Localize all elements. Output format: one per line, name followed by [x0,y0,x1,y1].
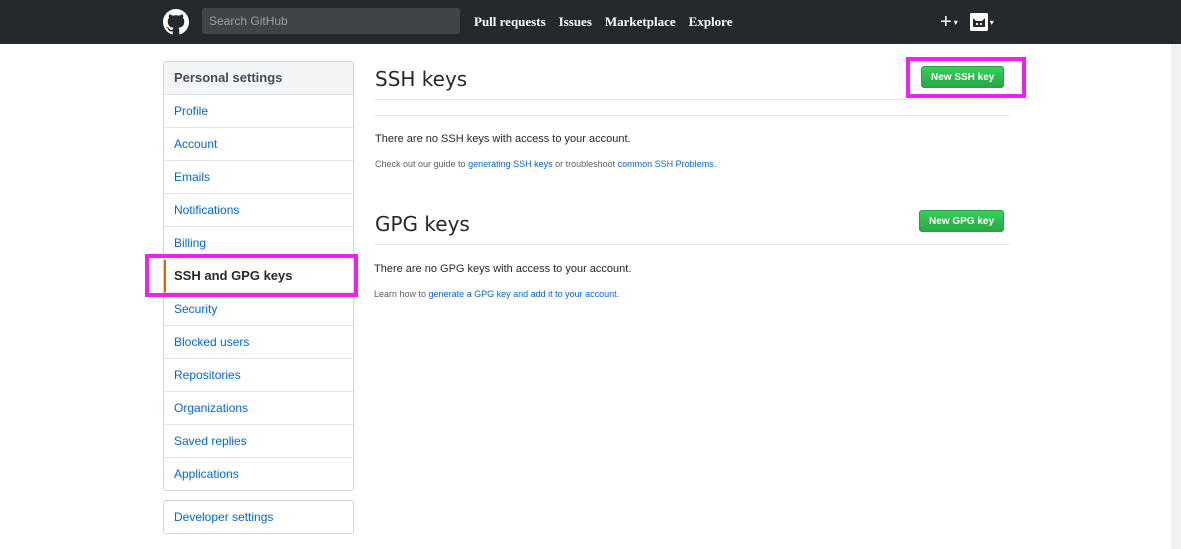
gpg-empty-text: There are no GPG keys with access to you… [374,263,632,275]
gpg-learn-prefix: Learn how to [374,289,429,299]
ssh-guide-suffix: . [713,159,717,169]
gpg-learn-text: Learn how to generate a GPG key and add … [374,289,619,299]
ssh-divider [375,99,1009,100]
create-new-dropdown[interactable]: + ▾ [940,12,958,32]
generating-ssh-keys-link[interactable]: generating SSH keys [468,159,553,169]
sidebar-item-billing[interactable]: Billing [164,227,353,260]
sidebar-item-emails[interactable]: Emails [164,161,353,194]
sidebar-item-ssh-gpg-keys[interactable]: SSH and GPG keys [164,260,353,293]
settings-sidebar: Personal settings Profile Account Emails… [163,61,354,491]
new-ssh-key-button[interactable]: New SSH key [921,66,1005,88]
common-ssh-problems-link[interactable]: common SSH Problems [618,159,714,169]
sidebar-item-notifications[interactable]: Notifications [164,194,353,227]
avatar [969,13,988,31]
sidebar-item-profile[interactable]: Profile [164,95,353,128]
ssh-guide-prefix: Check out our guide to [375,159,469,169]
top-header: Search GitHub Pull requests Issues Marke… [0,0,1181,44]
chevron-down-icon: ▾ [989,17,994,27]
generate-gpg-key-link[interactable]: generate a GPG key and add it to your ac… [429,289,617,299]
ssh-guide-middle: or troubleshoot [552,159,618,169]
sidebar-item-repositories[interactable]: Repositories [164,359,353,392]
sidebar-item-organizations[interactable]: Organizations [164,392,353,425]
nav-issues[interactable]: Issues [559,14,592,30]
header-actions: + ▾ ▾ [940,0,994,44]
gpg-divider [375,244,1009,245]
github-logo-icon[interactable] [163,9,189,35]
gpg-learn-suffix: . [616,289,620,299]
chevron-down-icon: ▾ [953,17,958,27]
gpg-keys-title: GPG keys [375,212,470,236]
sidebar-heading: Personal settings [164,62,353,95]
plus-icon: + [940,11,952,33]
sidebar-item-saved-replies[interactable]: Saved replies [164,425,353,458]
sidebar-item-security[interactable]: Security [164,293,353,326]
ssh-divider-2 [375,115,1009,116]
user-menu-dropdown[interactable]: ▾ [969,13,994,31]
nav-explore[interactable]: Explore [689,14,733,30]
scrollbar[interactable] [1171,44,1181,549]
sidebar-item-blocked-users[interactable]: Blocked users [164,326,353,359]
developer-settings-box: Developer settings [163,500,354,534]
ssh-guide-text: Check out our guide to generating SSH ke… [375,159,716,169]
avatar-icon [969,13,988,31]
sidebar-item-developer-settings[interactable]: Developer settings [164,501,353,533]
top-nav: Pull requests Issues Marketplace Explore [474,0,732,44]
ssh-keys-title: SSH keys [375,67,468,91]
search-input[interactable]: Search GitHub [202,8,460,34]
sidebar-item-applications[interactable]: Applications [164,458,353,490]
nav-marketplace[interactable]: Marketplace [605,14,676,30]
nav-pull-requests[interactable]: Pull requests [474,14,546,30]
ssh-empty-text: There are no SSH keys with access to you… [375,133,631,145]
sidebar-item-account[interactable]: Account [164,128,353,161]
new-gpg-key-button[interactable]: New GPG key [919,210,1005,232]
